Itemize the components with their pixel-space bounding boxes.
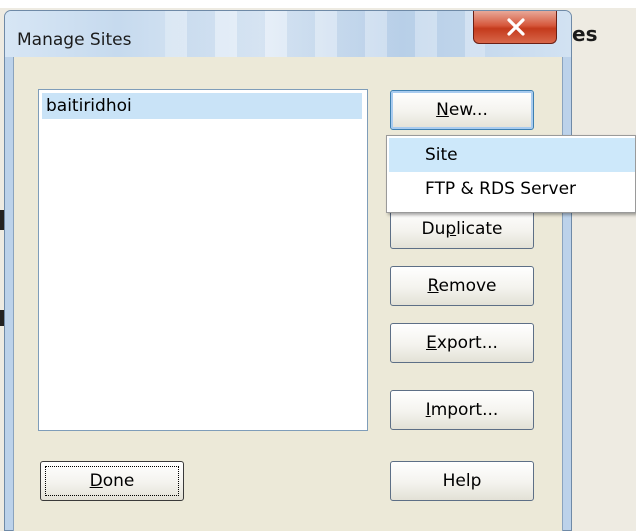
menu-item-site[interactable]: Site: [389, 138, 635, 172]
export-button-label: Export...: [426, 333, 498, 353]
menu-item-ftp-rds-server[interactable]: FTP & RDS Server: [389, 172, 635, 206]
close-button[interactable]: [473, 11, 557, 44]
dialog-client-area: baitiridhoi New... Duplicate Remove Expo…: [13, 57, 563, 531]
background-window-top: [0, 0, 636, 8]
help-button[interactable]: Help: [390, 461, 534, 501]
background-window-title-fragment: es: [572, 22, 598, 46]
sites-listbox[interactable]: baitiridhoi: [38, 89, 368, 431]
dialog-title: Manage Sites: [17, 30, 132, 50]
new-button-label: New...: [436, 100, 488, 120]
close-icon: [507, 18, 525, 36]
screen: es Manage Sites baitiridhoi New... Dupli…: [0, 0, 636, 531]
new-dropdown-menu: Site FTP & RDS Server: [386, 135, 636, 213]
duplicate-button[interactable]: Duplicate: [390, 209, 534, 249]
focus-indicator: [45, 466, 179, 496]
new-button[interactable]: New...: [390, 90, 534, 130]
help-button-label: Help: [442, 471, 482, 491]
title-bar[interactable]: Manage Sites: [5, 11, 571, 57]
manage-sites-dialog: Manage Sites baitiridhoi New... Duplicat…: [4, 10, 572, 531]
export-button[interactable]: Export...: [390, 323, 534, 363]
title-bar-glass: [165, 11, 485, 57]
site-list-item[interactable]: baitiridhoi: [42, 93, 362, 119]
duplicate-button-label: Duplicate: [421, 219, 503, 239]
import-button[interactable]: Import...: [390, 390, 534, 430]
import-button-label: Import...: [425, 400, 499, 420]
remove-button[interactable]: Remove: [390, 266, 534, 306]
remove-button-label: Remove: [427, 276, 497, 296]
done-button[interactable]: Done: [40, 461, 184, 501]
